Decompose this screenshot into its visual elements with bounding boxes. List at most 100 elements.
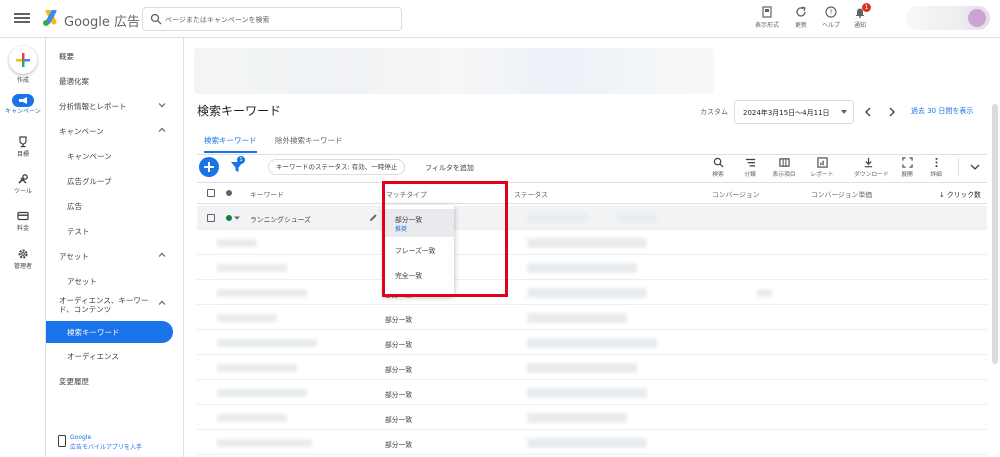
rail-item-admin[interactable]: 管理者 [0, 248, 46, 271]
table-row[interactable]: 部分一致 [197, 331, 987, 355]
table-row[interactable]: 部分一致 [197, 306, 987, 330]
search-box[interactable]: ページまたはキャンペーンを検索 [142, 7, 402, 31]
tool-columns-label: 表示項目 [772, 172, 796, 178]
table-row[interactable] [197, 256, 987, 280]
search-placeholder: ページまたはキャンペーンを検索 [165, 16, 270, 24]
nav-item-assets-group[interactable]: アセット [46, 246, 184, 266]
compare-link[interactable]: 過去 30 日間を表示 [911, 106, 973, 116]
date-range-type: カスタム [700, 108, 728, 116]
add-filter-button[interactable]: フィルタを追加 [425, 163, 474, 173]
chevron-down-icon[interactable] [970, 163, 980, 171]
nav-item-campaigns-group[interactable]: キャンペーン [46, 121, 184, 141]
match-type-cell[interactable]: 部分一致 [385, 364, 412, 374]
table-row[interactable]: 部分一致 [197, 406, 987, 430]
header-clicks[interactable]: ↓ クリック数 [939, 189, 981, 199]
nav-change-history-label: 変更履歴 [59, 377, 89, 386]
blurred-cell [527, 288, 647, 298]
more-icon [934, 157, 938, 168]
header-keyword[interactable]: キーワード [250, 189, 284, 199]
notifications-label: 通知 [853, 22, 866, 29]
status-filter-chip[interactable]: キーワードのステータス: 有効、一時停止 [268, 159, 406, 175]
table-row[interactable]: 部分一致 [197, 281, 987, 305]
hamburger-menu-icon[interactable] [14, 11, 30, 27]
search-icon [713, 157, 724, 168]
nav-item-recommendations[interactable]: 最適化案 [46, 71, 184, 91]
rail-item-campaigns[interactable]: キャンペーン [0, 94, 46, 116]
tools-icon [18, 174, 28, 184]
blurred-cell [217, 364, 297, 372]
table-header: キーワード マッチタイプ ステータス コンバージョン コンバージョン単価 ↓ ク… [197, 182, 987, 204]
nav-item-assets[interactable]: アセット [46, 271, 184, 291]
nav-ads-label: 広告 [67, 202, 82, 211]
tool-reports[interactable]: レポート [808, 157, 836, 178]
tool-more[interactable]: 詳細 [922, 157, 950, 178]
table-row[interactable]: ランニングシューズ [197, 206, 987, 230]
nav-item-audiences[interactable]: オーディエンス [46, 346, 184, 366]
chevron-right-icon[interactable] [886, 105, 898, 119]
tool-download[interactable]: ダウンロード [854, 157, 889, 178]
tool-search[interactable]: 検索 [704, 157, 732, 178]
table-row[interactable]: 部分一致 [197, 381, 987, 405]
notifications-button[interactable]: 1 通知 [846, 3, 874, 29]
highlight-annotation-box [382, 181, 508, 297]
chevron-left-icon[interactable] [862, 105, 874, 119]
blurred-cell [527, 438, 647, 448]
filter-count-badge: 1 [237, 156, 245, 164]
status-column-icon [226, 190, 232, 196]
header-cost-per-conversion[interactable]: コンバージョン単価 [811, 189, 872, 199]
table-row[interactable] [197, 231, 987, 255]
table-row[interactable]: 部分一致 [197, 356, 987, 380]
row-checkbox[interactable] [207, 214, 215, 222]
nav-item-audiences-keywords-content[interactable]: オーディエンス、キーワード、コンテンツ [46, 294, 184, 320]
caret-down-icon[interactable] [234, 215, 240, 221]
table-row[interactable]: 部分一致 [197, 431, 987, 455]
match-type-cell[interactable]: 部分一致 [385, 414, 412, 424]
mobile-app-link[interactable]: Google 広告モバイルアプリを入手 [58, 433, 178, 453]
vertical-scrollbar[interactable] [992, 104, 998, 364]
tool-download-label: ダウンロード [854, 172, 889, 178]
date-range-picker[interactable]: 2024年3月15日〜4月11日 [734, 100, 854, 124]
tool-expand-label: 展開 [901, 172, 913, 178]
rail-item-goals[interactable]: 目標 [0, 136, 46, 159]
plus-icon [16, 53, 30, 67]
header-status[interactable]: ステータス [514, 189, 548, 199]
tool-columns[interactable]: 表示項目 [770, 157, 798, 178]
add-keyword-button[interactable] [199, 157, 219, 177]
nav-item-overview[interactable]: 概要 [46, 46, 184, 66]
nav-item-insights[interactable]: 分析情報とレポート [46, 96, 184, 116]
nav-item-search-keywords[interactable]: 検索キーワード [46, 321, 173, 343]
help-button[interactable]: ? ヘルプ [817, 6, 845, 29]
select-all-checkbox[interactable] [207, 189, 215, 197]
mobile-app-line2: 広告モバイルアプリを入手 [70, 444, 143, 451]
nav-item-experiments[interactable]: テスト [46, 221, 184, 241]
chevron-up-icon [158, 252, 166, 257]
rail-item-billing[interactable]: 料金 [0, 210, 46, 233]
create-button[interactable] [9, 46, 37, 74]
avatar[interactable] [968, 9, 986, 27]
tab-search-keywords[interactable]: 検索キーワード [204, 135, 257, 153]
rail-item-tools[interactable]: ツール [0, 173, 46, 196]
tab-negative-keywords[interactable]: 除外検索キーワード [275, 135, 343, 146]
refresh-button[interactable]: 更新 [787, 6, 815, 29]
match-type-cell[interactable]: 部分一致 [385, 389, 412, 399]
header-conversions[interactable]: コンバージョン [712, 189, 759, 199]
nav-item-ads[interactable]: 広告 [46, 196, 184, 216]
nav-item-change-history[interactable]: 変更履歴 [46, 371, 184, 391]
nav-audiences-keywords-content-label: オーディエンス、キーワード、コンテンツ [59, 296, 149, 314]
keyword-text[interactable]: ランニングシューズ [250, 214, 311, 224]
nav-item-ad-groups[interactable]: 広告グループ [46, 171, 184, 191]
nav-panel: 概要 最適化案 分析情報とレポート キャンペーン キャンペーン 広告グループ 広… [46, 38, 184, 457]
rail-tools-label: ツール [13, 188, 32, 195]
chevron-up-icon [158, 300, 166, 305]
match-type-cell[interactable]: 部分一致 [385, 339, 412, 349]
download-icon [864, 157, 872, 168]
tool-segment[interactable]: 分類 [736, 157, 764, 178]
match-type-cell[interactable]: 部分一致 [385, 439, 412, 449]
tool-expand[interactable]: 展開 [893, 157, 921, 178]
match-type-cell[interactable]: 部分一致 [385, 314, 412, 324]
nav-item-campaigns[interactable]: キャンペーン [46, 146, 184, 166]
appearance-button[interactable]: 表示形式 [753, 6, 781, 29]
pencil-icon[interactable] [369, 213, 378, 222]
campaign-icon [12, 94, 34, 107]
nav-experiments-label: テスト [67, 227, 90, 236]
